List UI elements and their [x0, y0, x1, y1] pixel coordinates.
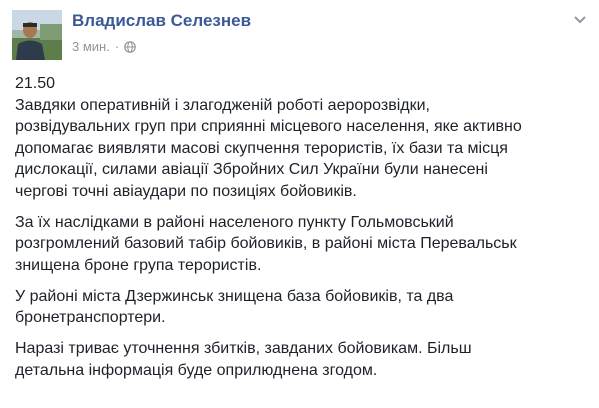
author-name[interactable]: Владислав Селезнев	[72, 11, 251, 31]
post-text-line: дислокації, силами авіації Збройних Сил …	[15, 161, 488, 178]
post-paragraph: За їх наслідками в районі населеного пун…	[15, 212, 590, 277]
avatar-photo	[12, 10, 62, 60]
post-text-line: За їх наслідками в районі населеного пун…	[15, 213, 454, 231]
post-text-line: Наразі триває уточнення збитків, завдани…	[15, 340, 472, 357]
post-text-line: допомагає виявляти масові скупчення теро…	[15, 139, 508, 157]
post-timestamp[interactable]: 3 мин.	[72, 39, 110, 54]
post-text-line: детальна інформація буде оприлюднена зго…	[15, 361, 378, 379]
post-text-line: знищена броне група терористів.	[15, 256, 262, 274]
post-paragraph: Наразі триває уточнення збитків, завдани…	[15, 338, 590, 381]
globe-icon[interactable]	[124, 40, 136, 53]
post-text-line: Завдяки оперативній і злагодженій роботі…	[15, 96, 430, 114]
post-body: 21.50 Завдяки оперативній і злагодженій р…	[15, 73, 590, 391]
post-text-line: У районі міста Дзержинськ знищена база б…	[15, 287, 454, 305]
post-text-line: розгромлений базовий табір бойовиків, в …	[15, 235, 517, 252]
post-header: Владислав Селезнев 3 мин. ·	[12, 10, 587, 62]
post-paragraph: 21.50 Завдяки оперативній і злагодженій р…	[15, 73, 590, 202]
chevron-down-icon[interactable]	[573, 12, 587, 26]
author-avatar[interactable]	[12, 10, 62, 60]
post-text-line: чергові точні авіаудари по позиціях бойо…	[15, 182, 357, 200]
post-text-line: бронетранспортери.	[15, 309, 166, 326]
post-paragraph: У районі міста Дзержинськ знищена база б…	[15, 286, 590, 329]
post-text-line: 21.50	[15, 75, 56, 92]
post-meta: 3 мин. ·	[72, 39, 136, 54]
post-text-line: розвідувальних груп при сприянні місцево…	[15, 118, 522, 135]
meta-separator: ·	[114, 39, 120, 54]
